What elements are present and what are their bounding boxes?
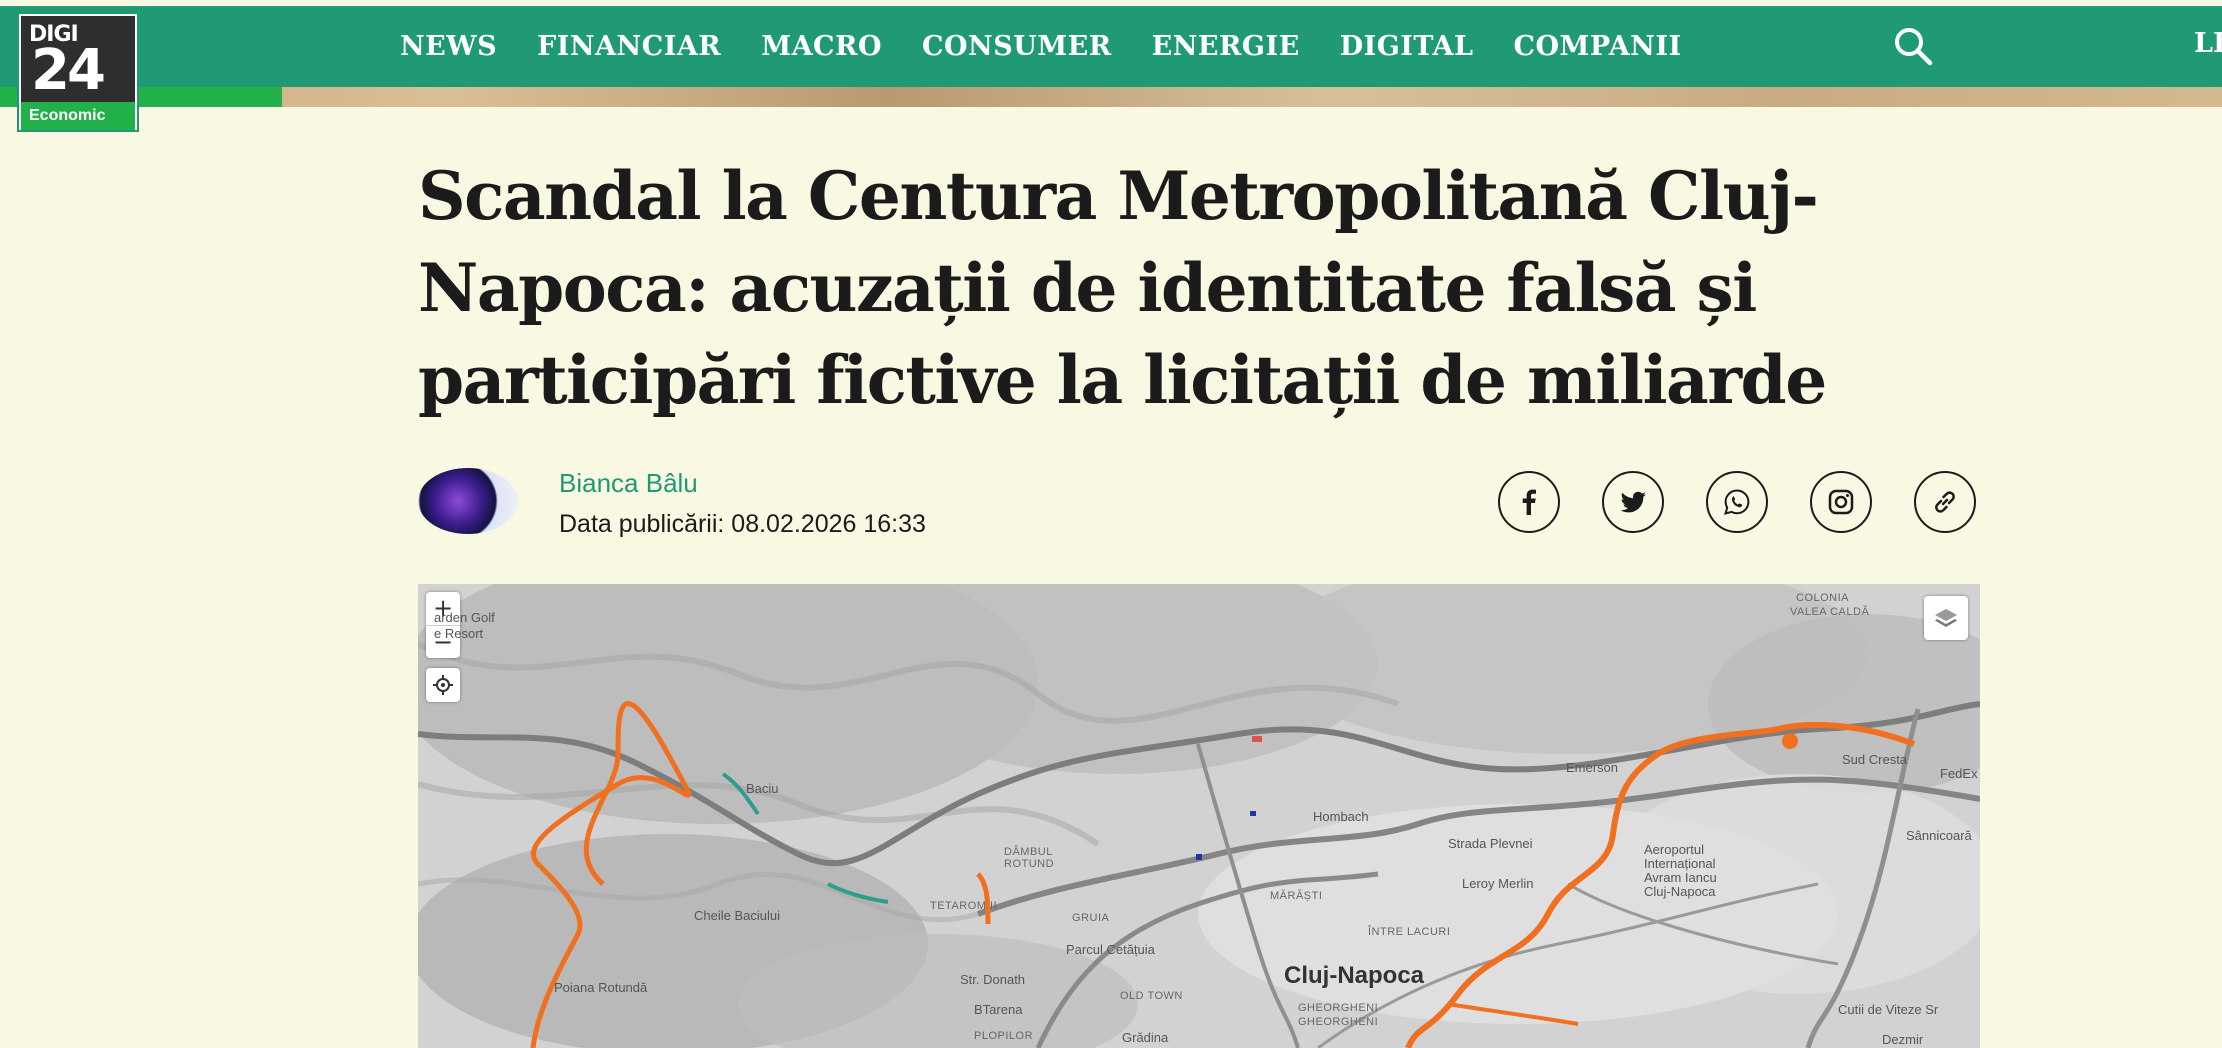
copy-link-button[interactable] [1914, 471, 1976, 533]
map-label: Emerson [1566, 760, 1619, 775]
map-locate-button[interactable] [426, 668, 460, 702]
map-label: FedEx [1940, 766, 1978, 781]
map-label: DÂMBUL [1004, 846, 1053, 858]
map-label: Sud Cresta [1842, 752, 1908, 767]
article-map[interactable]: + − COLONIA VALEA CALDĂ arden Golf e Res… [418, 584, 1980, 1048]
share-twitter-button[interactable] [1602, 471, 1664, 533]
map-label: BTarena [974, 1002, 1023, 1017]
map-layers-button[interactable] [1924, 596, 1968, 640]
crosshair-icon [433, 675, 453, 695]
map-label: MĂRĂȘTI [1270, 890, 1323, 902]
publication-date: Data publicării: 08.02.2026 16:33 [559, 510, 926, 538]
map-label: OLD TOWN [1120, 990, 1183, 1002]
map-label: ROTUND [1004, 858, 1055, 870]
map-label: GRUIA [1072, 912, 1110, 924]
map-zoom-control: + − [426, 592, 460, 658]
link-icon [1935, 491, 1955, 513]
hero-image-strip [0, 87, 2222, 107]
map-label: Baciu [746, 781, 779, 796]
map-label: arden Golf [434, 610, 495, 625]
map-label: GHEORGHENI [1298, 1016, 1379, 1028]
share-instagram-button[interactable] [1810, 471, 1872, 533]
map-label: Dezmir [1882, 1032, 1924, 1047]
logo-dark-panel: DIGI 24 [21, 16, 135, 103]
map-label: e Resort [434, 626, 484, 641]
share-facebook-button[interactable] [1498, 471, 1560, 533]
nav-item-news[interactable]: NEWS [400, 31, 497, 62]
logo-section-text: Economic [21, 102, 135, 130]
map-label: Cluj-Napoca [1644, 884, 1716, 899]
facebook-icon [1522, 489, 1536, 515]
instagram-icon [1828, 489, 1854, 515]
map-label: Avram Iancu [1644, 870, 1717, 885]
map-label: Parcul Cetățuia [1066, 942, 1155, 957]
map-label: Aeroportul [1644, 842, 1704, 857]
map-label: Hombach [1313, 809, 1369, 824]
author-avatar [418, 468, 518, 534]
map-label: TETAROM II [930, 900, 998, 912]
layers-icon [1935, 609, 1957, 627]
author-name-link[interactable]: Bianca Bâlu [559, 468, 698, 499]
map-label: Grădina [1122, 1030, 1169, 1045]
map-city-label: Cluj-Napoca [1284, 962, 1425, 989]
map-label: ÎNTRE LACURI [1368, 926, 1451, 938]
map-label: PLOPILOR [974, 1030, 1034, 1042]
nav-item-live[interactable]: LI [2194, 28, 2222, 59]
digi24-economic-logo[interactable]: DIGI 24 Economic [17, 12, 139, 132]
search-icon[interactable] [1892, 25, 1934, 67]
twitter-icon [1620, 491, 1646, 513]
logo-number-text: 24 [31, 38, 106, 103]
map-label: Strada Plevnei [1448, 836, 1533, 851]
map-label: COLONIA [1796, 592, 1850, 604]
map-label: Cutii de Viteze Sr [1838, 1002, 1939, 1017]
map-label: VALEA CALDĂ [1790, 606, 1870, 618]
map-terrain [418, 584, 1980, 1048]
map-label: Sânnicoară [1906, 828, 1972, 843]
map-label: Cheile Baciului [694, 908, 780, 923]
nav-item-financiar[interactable]: FINANCIAR [537, 31, 721, 62]
map-label: Leroy Merlin [1462, 876, 1534, 891]
nav-item-digital[interactable]: DIGITAL [1340, 31, 1474, 62]
article-title: Scandal la Centura Metropolitană Cluj-Na… [418, 157, 1827, 419]
map-label: Str. Donath [960, 972, 1026, 987]
nav-item-energie[interactable]: ENERGIE [1152, 31, 1300, 62]
map-label: Internațional [1644, 856, 1716, 871]
map-label: GHEORGHENI [1298, 1002, 1379, 1014]
share-whatsapp-button[interactable] [1706, 471, 1768, 533]
map-label: Poiana Rotundă [554, 980, 648, 995]
main-nav-links: NEWS FINANCIAR MACRO CONSUMER ENERGIE DI… [400, 6, 1722, 87]
nav-item-companii[interactable]: COMPANII [1513, 31, 1681, 62]
whatsapp-icon [1724, 489, 1750, 515]
nav-item-macro[interactable]: MACRO [761, 31, 882, 62]
nav-item-consumer[interactable]: CONSUMER [922, 31, 1112, 62]
